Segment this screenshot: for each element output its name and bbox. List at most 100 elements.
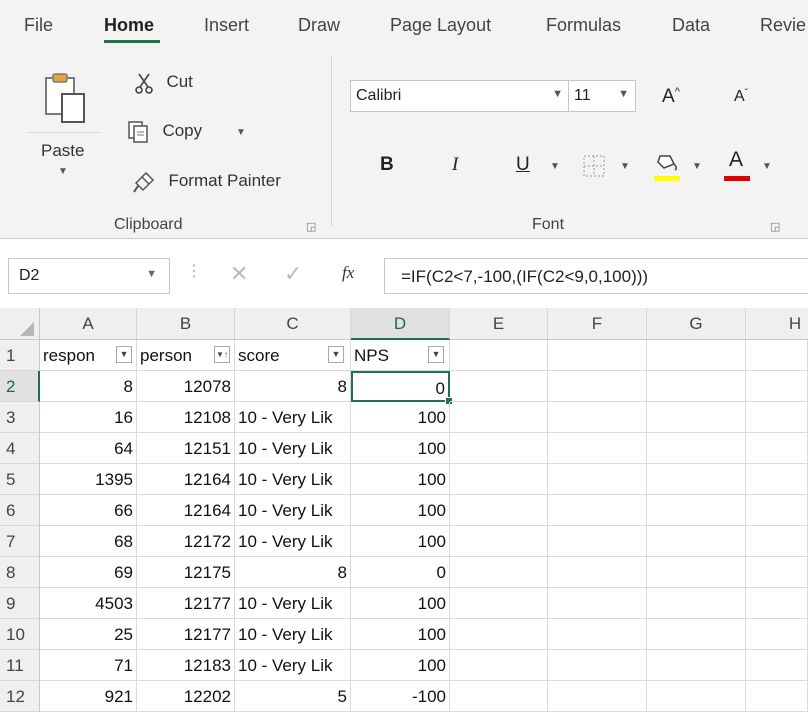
tab-draw[interactable]: Draw bbox=[298, 15, 340, 36]
column-header-b[interactable]: B bbox=[137, 308, 235, 340]
table-cell[interactable]: 5 bbox=[235, 681, 351, 712]
column-header-d[interactable]: D bbox=[351, 308, 450, 340]
tab-home[interactable]: Home bbox=[104, 15, 154, 36]
paste-dropdown-icon[interactable]: ▼ bbox=[58, 166, 68, 177]
table-cell[interactable]: 100 bbox=[351, 526, 450, 557]
empty-cell[interactable] bbox=[548, 495, 647, 526]
table-cell[interactable]: 1395 bbox=[40, 464, 137, 495]
drag-handle-icon[interactable]: ⋮ bbox=[186, 261, 202, 281]
empty-cell[interactable] bbox=[746, 495, 808, 526]
table-cell[interactable]: 71 bbox=[40, 650, 137, 681]
table-cell[interactable]: 100 bbox=[351, 495, 450, 526]
table-cell[interactable]: 25 bbox=[40, 619, 137, 650]
clipboard-dialog-launcher-icon[interactable]: ◲ bbox=[306, 220, 316, 233]
table-cell[interactable]: 100 bbox=[351, 433, 450, 464]
empty-cell[interactable] bbox=[746, 433, 808, 464]
borders-icon[interactable] bbox=[582, 154, 606, 178]
select-all-button[interactable] bbox=[0, 308, 40, 340]
table-cell[interactable]: 12078 bbox=[137, 371, 235, 402]
empty-cell[interactable] bbox=[647, 619, 746, 650]
table-cell[interactable]: 10 - Very Lik bbox=[235, 526, 351, 557]
row-header[interactable]: 2 bbox=[0, 371, 40, 402]
borders-dropdown-icon[interactable]: ▼ bbox=[620, 161, 630, 172]
empty-cell[interactable] bbox=[548, 650, 647, 681]
empty-cell[interactable] bbox=[548, 464, 647, 495]
empty-cell[interactable] bbox=[548, 371, 647, 402]
row-header[interactable]: 1 bbox=[0, 340, 40, 371]
empty-cell[interactable] bbox=[548, 433, 647, 464]
empty-cell[interactable] bbox=[450, 433, 548, 464]
empty-cell[interactable] bbox=[450, 619, 548, 650]
paste-button[interactable]: Paste ▼ bbox=[28, 68, 100, 186]
empty-cell[interactable] bbox=[450, 464, 548, 495]
empty-cell[interactable] bbox=[450, 681, 548, 712]
tab-page-layout[interactable]: Page Layout bbox=[390, 15, 491, 36]
table-cell[interactable]: 10 - Very Lik bbox=[235, 588, 351, 619]
empty-cell[interactable] bbox=[647, 340, 746, 371]
cut-button[interactable]: Cut bbox=[134, 72, 193, 94]
copy-dropdown-icon[interactable]: ▼ bbox=[236, 127, 246, 138]
tab-review[interactable]: Revie bbox=[760, 15, 806, 36]
table-cell[interactable]: 10 - Very Lik bbox=[235, 619, 351, 650]
font-color-button[interactable]: A bbox=[724, 148, 750, 182]
active-cell[interactable]: 0 bbox=[351, 371, 450, 402]
table-cell[interactable]: 10 - Very Lik bbox=[235, 402, 351, 433]
column-header-g[interactable]: G bbox=[647, 308, 746, 340]
font-color-dropdown-icon[interactable]: ▼ bbox=[762, 161, 772, 172]
table-cell[interactable]: 8 bbox=[235, 371, 351, 402]
empty-cell[interactable] bbox=[746, 340, 808, 371]
underline-button[interactable]: U bbox=[516, 154, 530, 176]
empty-cell[interactable] bbox=[647, 557, 746, 588]
table-cell[interactable]: 100 bbox=[351, 619, 450, 650]
table-cell[interactable]: 12151 bbox=[137, 433, 235, 464]
empty-cell[interactable] bbox=[746, 402, 808, 433]
formula-input[interactable]: =IF(C2<7,-100,(IF(C2<9,0,100))) bbox=[384, 258, 808, 294]
empty-cell[interactable] bbox=[548, 681, 647, 712]
table-cell[interactable]: 12202 bbox=[137, 681, 235, 712]
empty-cell[interactable] bbox=[548, 619, 647, 650]
fill-color-dropdown-icon[interactable]: ▼ bbox=[692, 161, 702, 172]
table-cell[interactable]: 68 bbox=[40, 526, 137, 557]
row-header[interactable]: 12 bbox=[0, 681, 40, 712]
empty-cell[interactable] bbox=[647, 526, 746, 557]
empty-cell[interactable] bbox=[647, 588, 746, 619]
empty-cell[interactable] bbox=[746, 681, 808, 712]
table-cell[interactable]: -100 bbox=[351, 681, 450, 712]
table-cell[interactable]: 100 bbox=[351, 650, 450, 681]
empty-cell[interactable] bbox=[746, 650, 808, 681]
empty-cell[interactable] bbox=[647, 495, 746, 526]
filter-dropdown-icon[interactable]: ▼ bbox=[116, 346, 132, 363]
table-cell[interactable]: 10 - Very Lik bbox=[235, 464, 351, 495]
table-cell[interactable]: 12177 bbox=[137, 588, 235, 619]
table-cell[interactable]: 921 bbox=[40, 681, 137, 712]
row-header[interactable]: 6 bbox=[0, 495, 40, 526]
empty-cell[interactable] bbox=[450, 650, 548, 681]
format-painter-button[interactable]: Format Painter bbox=[132, 170, 281, 194]
row-header[interactable]: 10 bbox=[0, 619, 40, 650]
empty-cell[interactable] bbox=[450, 340, 548, 371]
table-cell[interactable]: 8 bbox=[40, 371, 137, 402]
empty-cell[interactable] bbox=[548, 557, 647, 588]
empty-cell[interactable] bbox=[450, 526, 548, 557]
tab-formulas[interactable]: Formulas bbox=[546, 15, 621, 36]
bold-button[interactable]: B bbox=[380, 154, 394, 176]
filter-dropdown-icon[interactable]: ▼ bbox=[428, 346, 444, 363]
table-cell[interactable]: 12175 bbox=[137, 557, 235, 588]
table-cell[interactable]: 12183 bbox=[137, 650, 235, 681]
table-cell[interactable]: 12172 bbox=[137, 526, 235, 557]
table-cell[interactable]: 100 bbox=[351, 464, 450, 495]
font-name-dropdown[interactable]: Calibri ▼ bbox=[350, 80, 570, 112]
row-header[interactable]: 11 bbox=[0, 650, 40, 681]
empty-cell[interactable] bbox=[746, 588, 808, 619]
empty-cell[interactable] bbox=[647, 650, 746, 681]
sort-filter-icon[interactable]: ▼↑ bbox=[214, 346, 230, 363]
table-cell[interactable]: 10 - Very Lik bbox=[235, 433, 351, 464]
column-header-a[interactable]: A bbox=[40, 308, 137, 340]
column-header-h[interactable]: H bbox=[746, 308, 808, 340]
empty-cell[interactable] bbox=[647, 464, 746, 495]
table-cell[interactable]: 66 bbox=[40, 495, 137, 526]
row-header[interactable]: 3 bbox=[0, 402, 40, 433]
font-dialog-launcher-icon[interactable]: ◲ bbox=[770, 220, 780, 233]
empty-cell[interactable] bbox=[746, 371, 808, 402]
table-cell[interactable]: 12177 bbox=[137, 619, 235, 650]
